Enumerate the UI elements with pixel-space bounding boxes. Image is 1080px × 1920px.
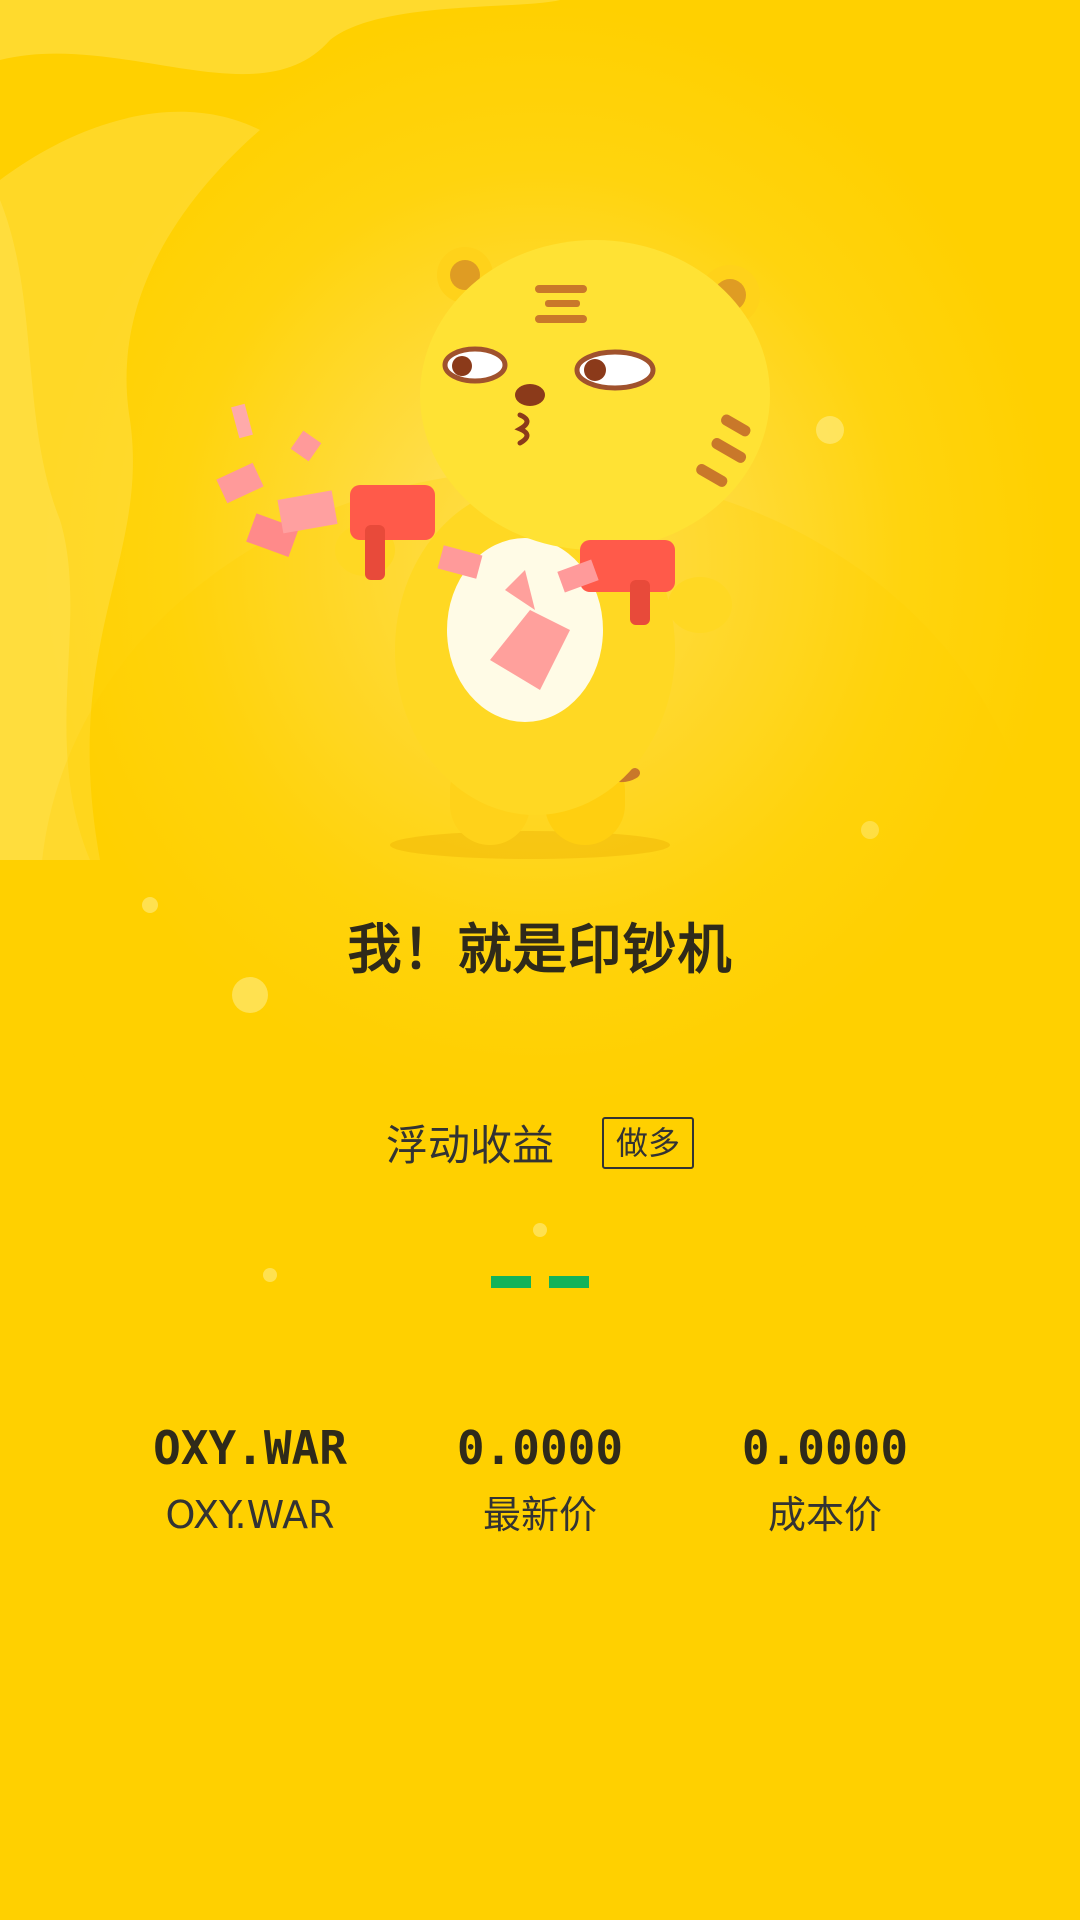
stat-label: 最新价 <box>482 1493 597 1537</box>
position-direction-badge: 做多 <box>602 1116 695 1169</box>
page-indicator <box>0 1276 1080 1288</box>
position-stats: OXY.WAR OXY.WAR 0.0000 最新价 0.0000 成本价 <box>0 1418 1080 1558</box>
stat-value: OXY.WAR <box>153 1421 347 1475</box>
tiger-mascot-illustration <box>216 240 770 859</box>
stat-value: 0.0000 <box>741 1421 909 1475</box>
stat-label: OXY.WAR <box>165 1493 335 1537</box>
floating-pl-label: 浮动收益 <box>385 1121 554 1170</box>
page-indicator-dot <box>549 1276 589 1288</box>
stat-value: 0.0000 <box>456 1421 624 1475</box>
stat-latest-price: 0.0000 最新价 <box>390 1418 690 1540</box>
stat-cost-price: 0.0000 成本价 <box>675 1418 975 1540</box>
stat-symbol: OXY.WAR OXY.WAR <box>100 1418 400 1540</box>
page-indicator-dot <box>491 1276 531 1288</box>
floating-pl-row: 浮动收益 做多 <box>0 1112 1080 1173</box>
page-headline: 我！就是印钞机 <box>347 918 733 981</box>
stat-label: 成本价 <box>767 1493 882 1537</box>
